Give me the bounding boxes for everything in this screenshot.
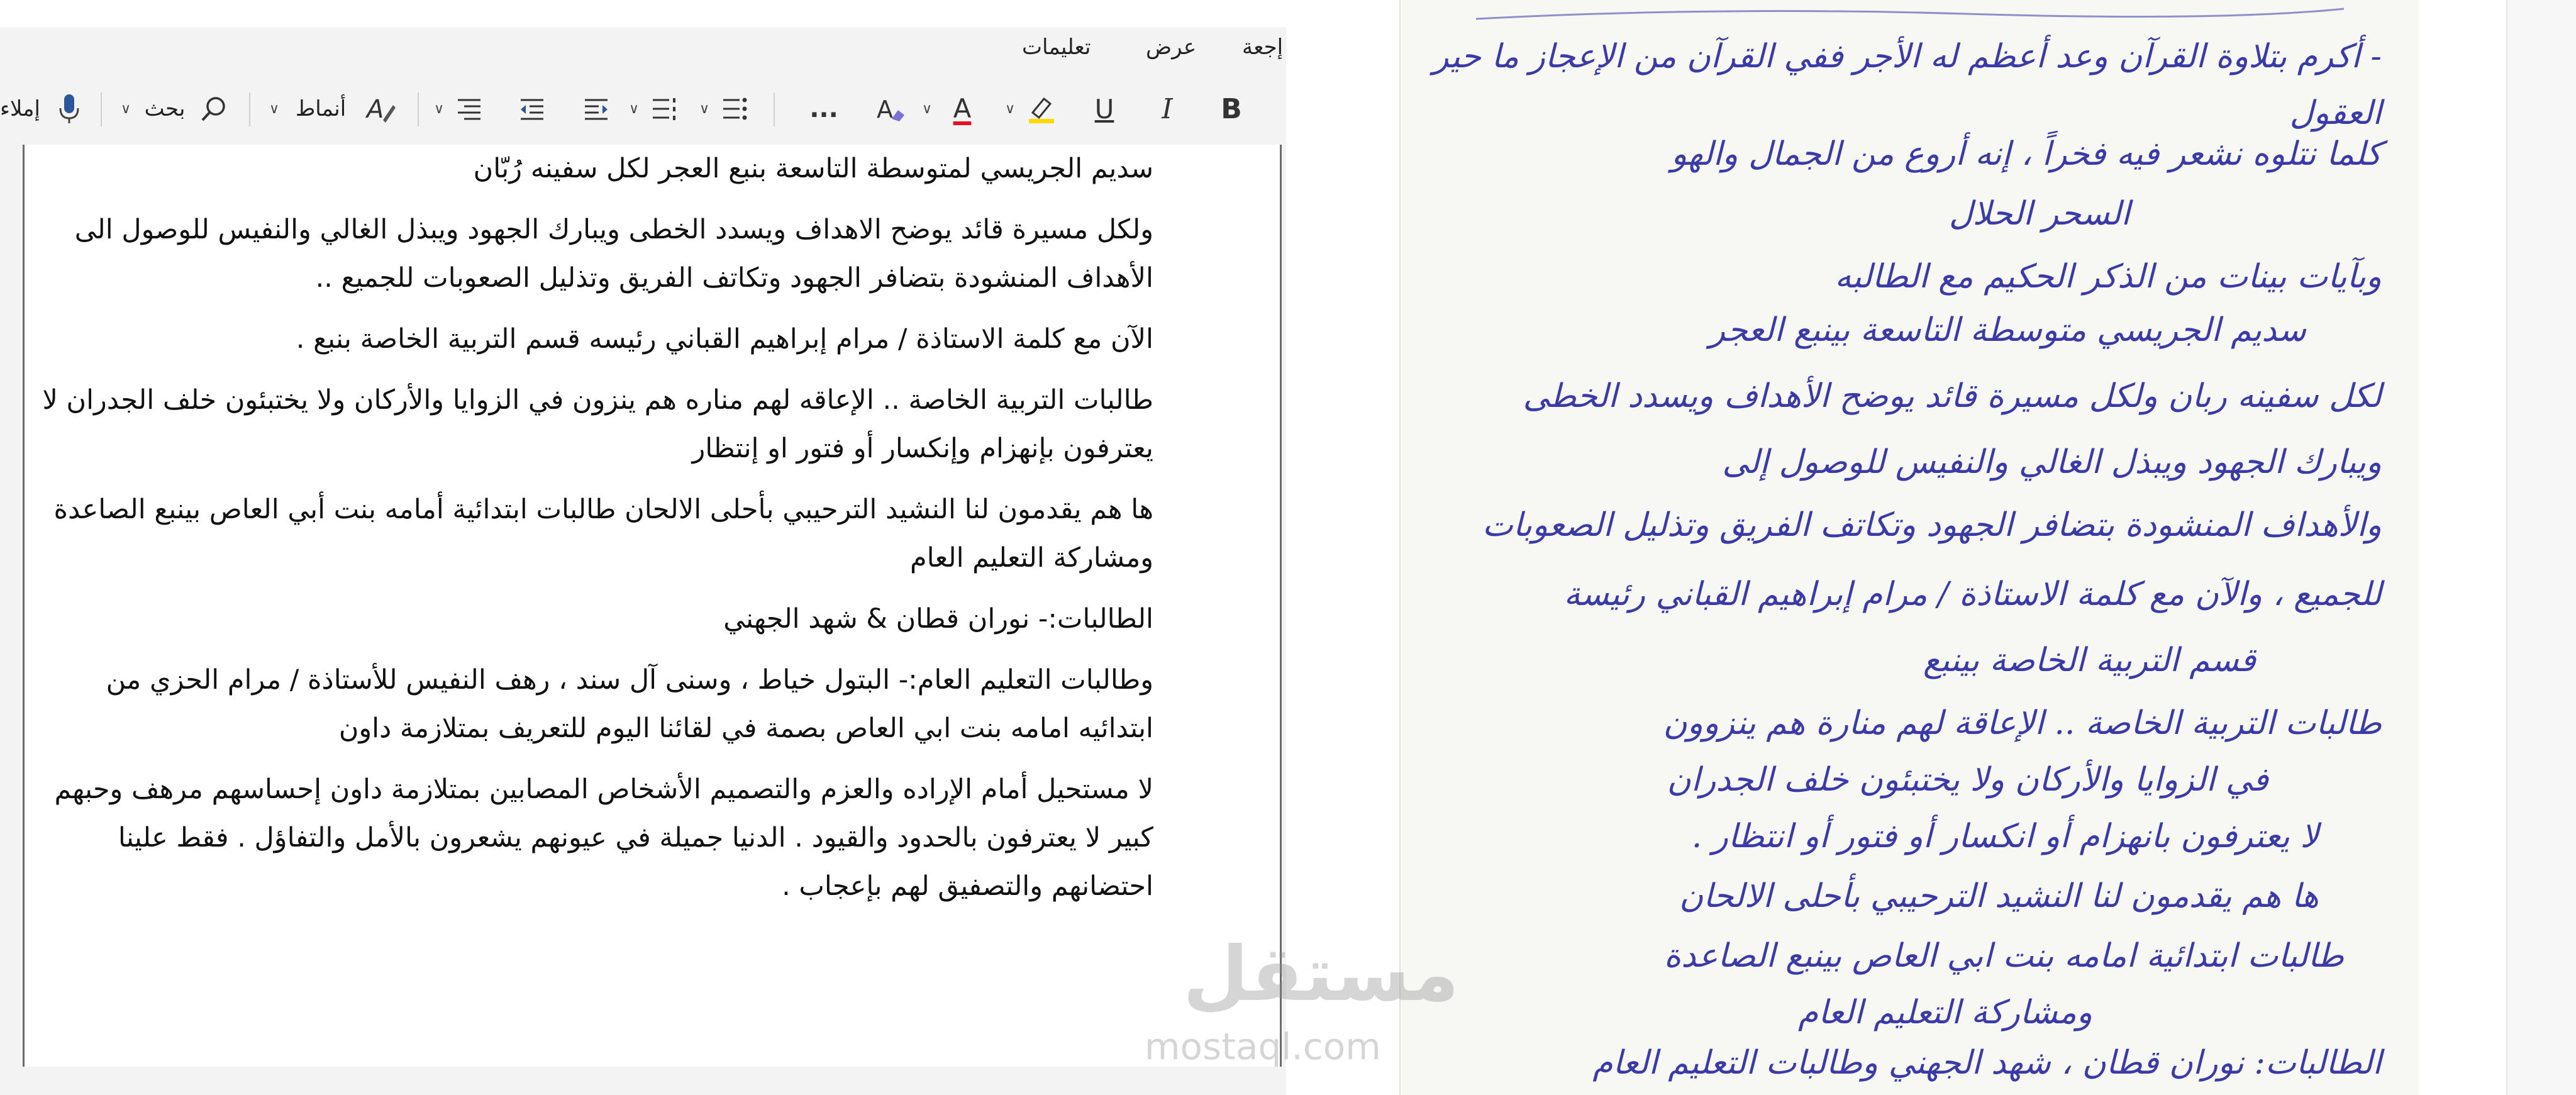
search-dropdown-caret[interactable]: ∨ xyxy=(113,90,138,128)
menu-help[interactable]: تعليمات xyxy=(1022,35,1091,60)
paragraph-4: طالبات التربية الخاصة .. الإعاقه لهم منا… xyxy=(42,384,1153,464)
menu-bar: تعليمات عرض إجعة xyxy=(0,27,1286,72)
svg-text:A: A xyxy=(365,95,384,124)
paragraph-7: وطالبات التعليم العام:- البتول خياط ، وس… xyxy=(106,664,1153,744)
microphone-icon[interactable] xyxy=(50,90,88,128)
menu-view[interactable]: عرض xyxy=(1146,35,1196,60)
note-line-13: في الزوايا والأركان ولا يختبئون خلف الجد… xyxy=(1667,761,2268,799)
paragraph-6: الطالبات:- نوران قطان & شهد الجهني xyxy=(723,603,1153,635)
note-line-16: طالبات ابتدائية امامه بنت ابي العاص بينب… xyxy=(1663,937,2344,975)
paragraph-3: الآن مع كلمة الاستاذة / مرام إبراهيم الق… xyxy=(296,323,1153,355)
note-line-9: والأهداف المنشودة بتضافر الجهود وتكاتف ا… xyxy=(1482,506,2382,544)
styles-label[interactable]: أنماط xyxy=(289,90,352,128)
note-line-12: طالبات التربية الخاصة .. الإعاقة لهم منا… xyxy=(1663,704,2382,742)
note-line-11: قسم التربية الخاصة بينبع xyxy=(1923,642,2256,679)
note-line-1: - أكرم بتلاوة القرآن وعد أعظم له الأجر ف… xyxy=(1433,38,2382,75)
font-color-dropdown-caret[interactable]: ∨ xyxy=(916,90,938,128)
align-right-icon[interactable] xyxy=(450,90,488,128)
ribbon-toolbar: إملاء ∨ بحث ∨ أنماط A ∨ ∨ ∨ ... A ∨ A ∨ … xyxy=(0,72,1286,146)
svg-text:A: A xyxy=(877,96,893,123)
note-line-6: سديم الجريسي متوسطة التاسعة بينبع العجر xyxy=(1709,311,2306,349)
italic-button[interactable]: I xyxy=(1148,90,1186,128)
bulleted-list-icon[interactable] xyxy=(716,90,753,128)
bold-button[interactable]: B xyxy=(1213,90,1250,128)
note-line-15: ها هم يقدمون لنا النشيد الترحيبي بأحلى ا… xyxy=(1679,877,2319,915)
right-edge-panel xyxy=(2506,0,2576,1095)
word-editor-window: تعليمات عرض إجعة إملاء ∨ بحث ∨ أنماط A ∨ xyxy=(0,0,1286,1095)
paragraph-8: لا مستحيل أمام الإراده والعزم والتصميم ا… xyxy=(54,774,1153,902)
highlighter-icon[interactable] xyxy=(1023,90,1060,128)
document-area: سديم الجريسي لمتوسطة التاسعة بنبع العجر … xyxy=(0,145,1286,1095)
note-line-3: كلما نتلوه نشعر فيه فخراً ، إنه أروع من … xyxy=(1671,135,2382,173)
dictate-label[interactable]: إملاء xyxy=(0,90,42,128)
note-line-4: السحر الحلال xyxy=(1948,195,2130,233)
numbered-list-icon[interactable] xyxy=(645,90,683,128)
note-line-2: العقول xyxy=(2289,94,2382,132)
note-line-10: للجميع ، والآن مع كلمة الاستاذة / مرام إ… xyxy=(1563,575,2382,613)
align-dropdown-caret[interactable]: ∨ xyxy=(428,90,450,128)
note-line-8: ويبارك الجهود ويبذل الغالي والنفيس للوصو… xyxy=(1722,443,2382,481)
bullets-dropdown-caret[interactable]: ∨ xyxy=(693,90,716,128)
clear-formatting-icon[interactable]: A xyxy=(872,90,909,128)
note-line-7: لكل سفينه ربان ولكل مسيرة قائد يوضح الأه… xyxy=(1523,377,2382,415)
menu-review[interactable]: إجعة xyxy=(1242,35,1283,60)
document-page[interactable]: سديم الجريسي لمتوسطة التاسعة بنبع العجر … xyxy=(23,145,1282,1067)
font-color-button[interactable]: A xyxy=(943,90,981,128)
search-icon[interactable] xyxy=(195,90,233,128)
styles-dropdown-caret[interactable]: ∨ xyxy=(262,90,287,128)
paragraph-1: سديم الجريسي لمتوسطة التاسعة بنبع العجر … xyxy=(473,153,1153,184)
more-options-icon[interactable]: ... xyxy=(805,90,843,128)
document-body[interactable]: سديم الجريسي لمتوسطة التاسعة بنبع العجر … xyxy=(25,145,1153,923)
note-line-18: الطالبات: نوران قطان ، شهد الجهني وطالبا… xyxy=(1592,1044,2382,1082)
underline-button[interactable]: U xyxy=(1085,90,1123,128)
styles-pen-icon[interactable]: A xyxy=(358,90,402,128)
increase-indent-icon[interactable] xyxy=(577,90,615,128)
decrease-indent-icon[interactable] xyxy=(513,90,551,128)
font-color-glyph: A xyxy=(953,93,972,124)
paragraph-5: ها هم يقدمون لنا النشيد الترحيبي بأحلى ا… xyxy=(53,494,1153,574)
note-line-14: لا يعترفون بانهزام أو انكسار أو فتور أو … xyxy=(1691,818,2319,855)
search-label[interactable]: بحث xyxy=(140,90,190,128)
handwritten-note-image: - أكرم بتلاوة القرآن وعد أعظم له الأجر ف… xyxy=(1399,0,2419,1095)
paragraph-2: ولكل مسيرة قائد يوضح الاهداف ويسدد الخطى… xyxy=(74,214,1153,294)
note-line-17: ومشاركة التعليم العام xyxy=(1798,994,2092,1031)
highlight-dropdown-caret[interactable]: ∨ xyxy=(999,90,1021,128)
note-line-5: وبآيات بينات من الذكر الحكيم مع الطالبه xyxy=(1835,258,2382,296)
numbering-dropdown-caret[interactable]: ∨ xyxy=(623,90,645,128)
